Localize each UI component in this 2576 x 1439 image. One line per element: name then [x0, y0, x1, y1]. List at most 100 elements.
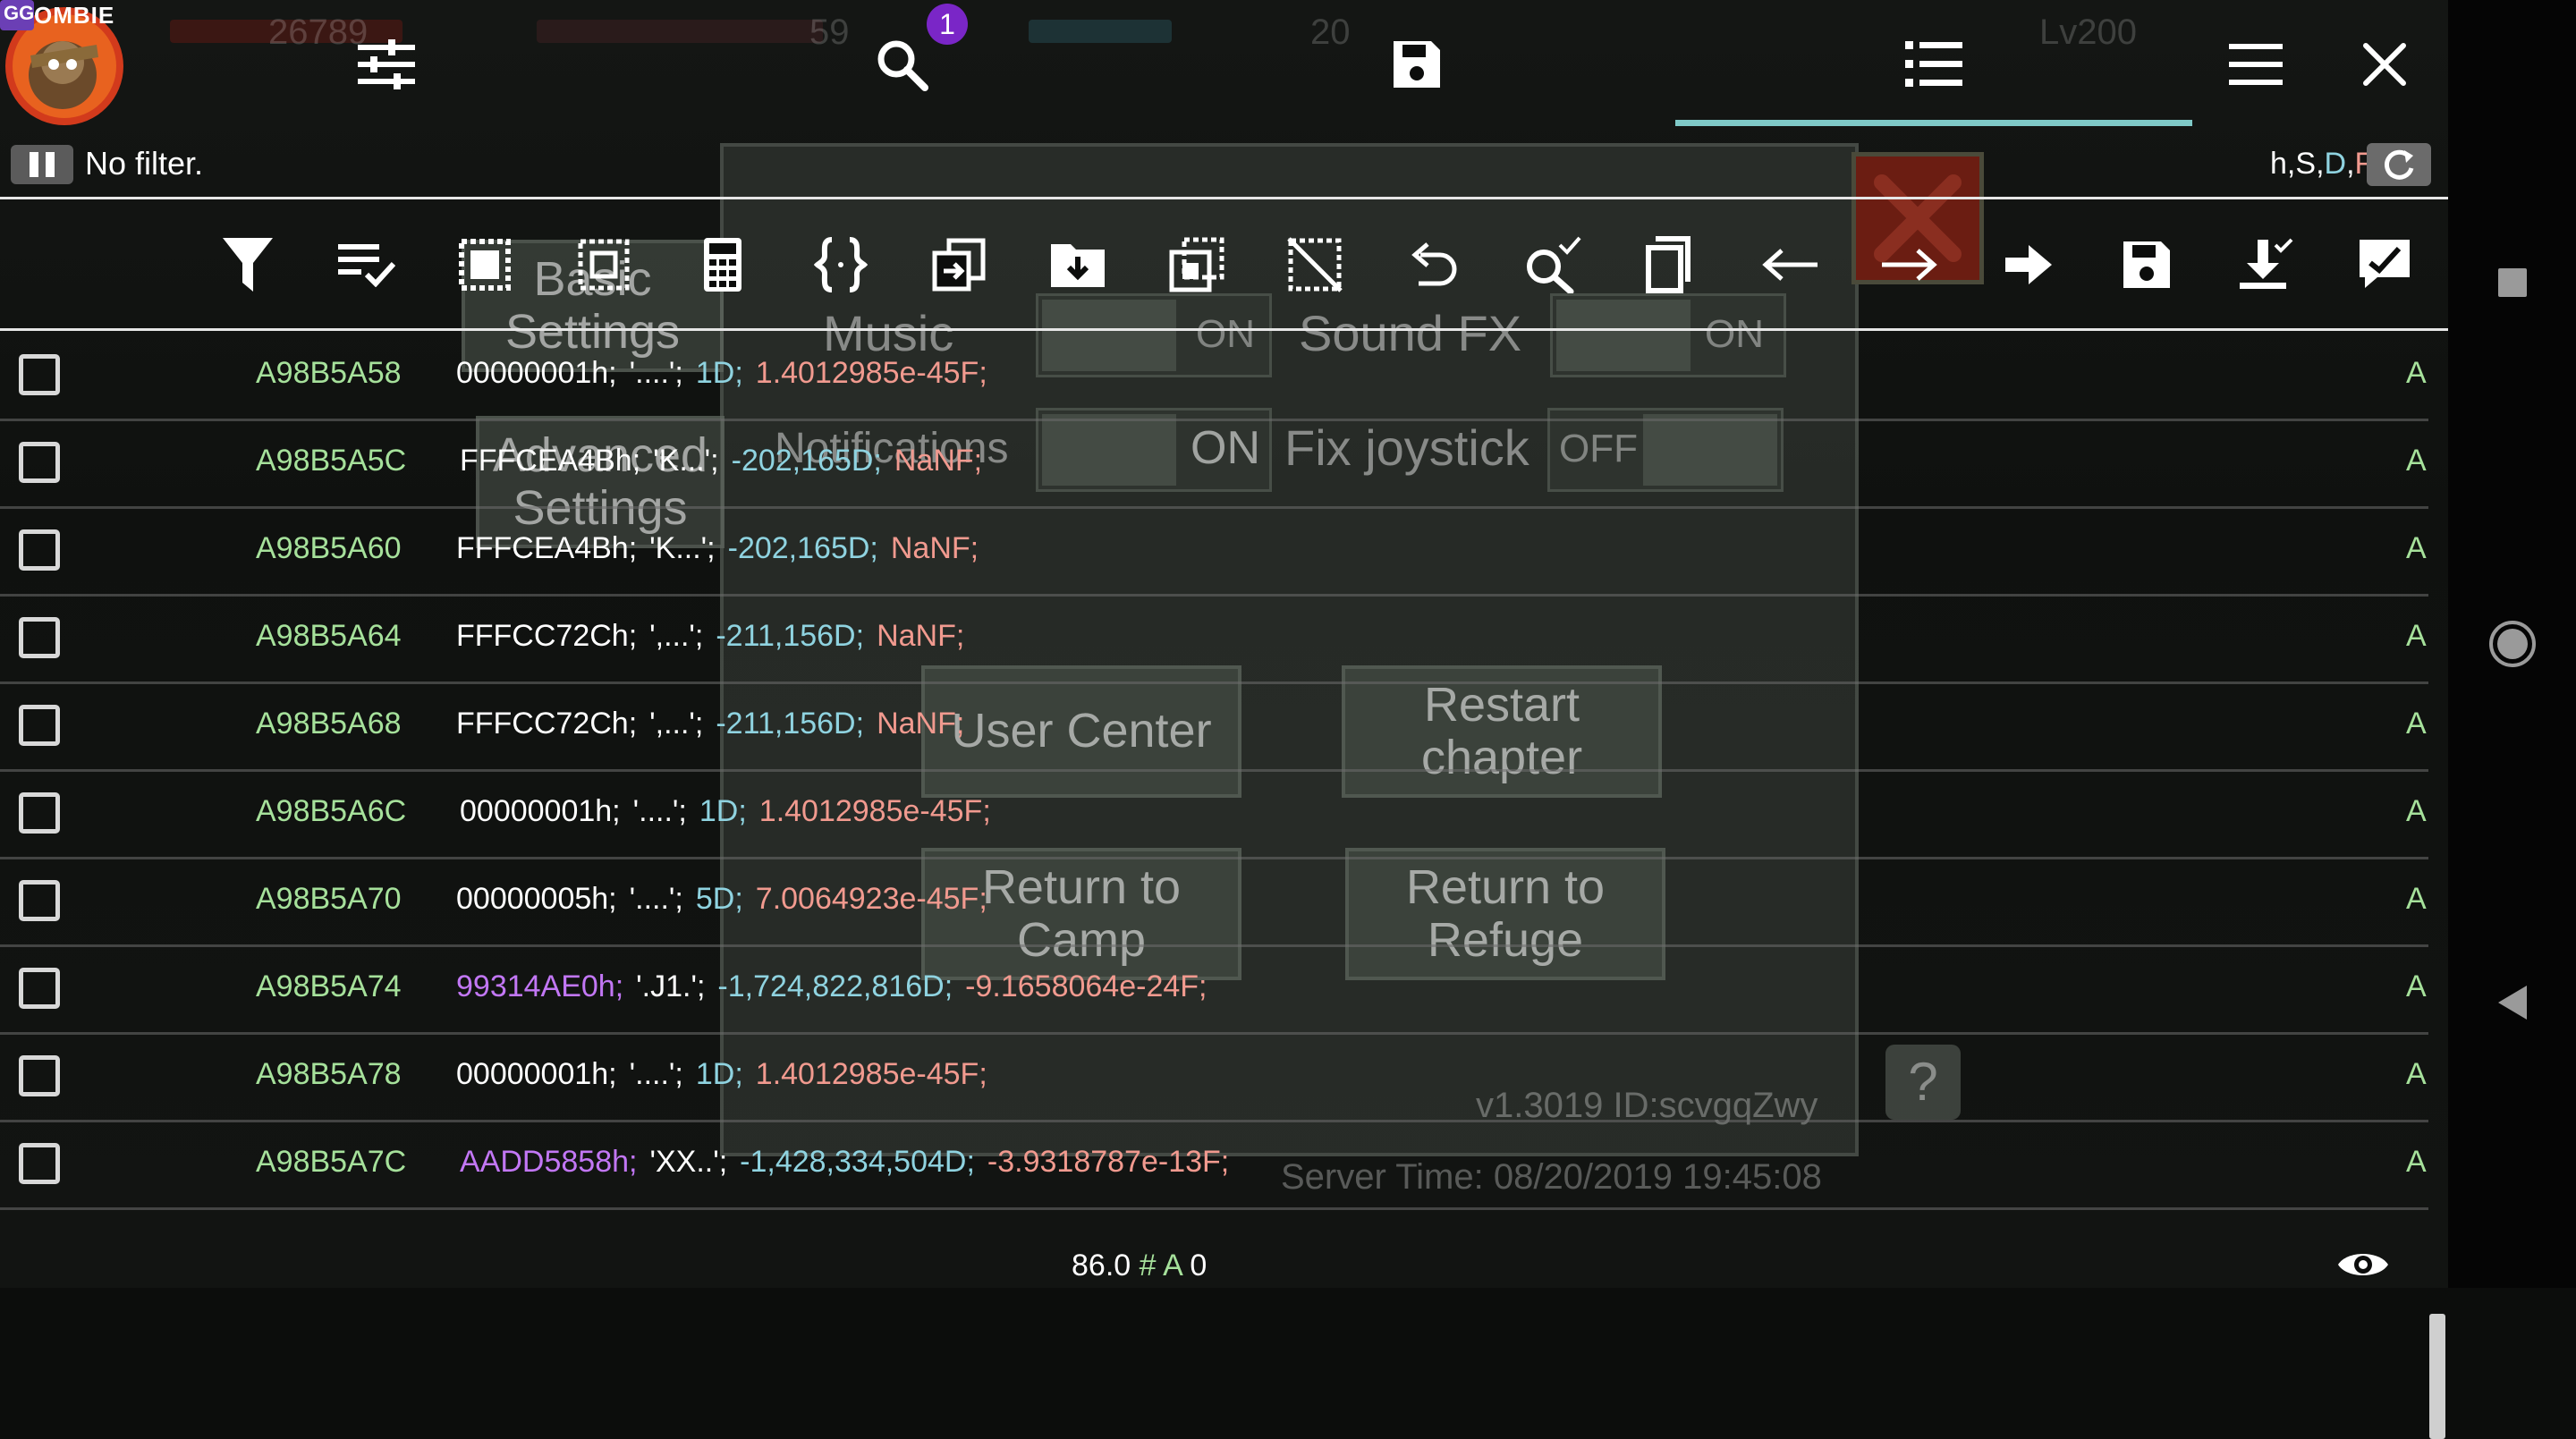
result-row[interactable]: A98B5A64 FFFCC72Ch; ',...'; -211,156D; NaNF…: [0, 596, 2428, 684]
export-button[interactable]: [2230, 229, 2301, 300]
row-values: 00000001h; '....'; 1D; 1.4012985e-45F;: [456, 356, 987, 391]
load-button[interactable]: [1042, 229, 1114, 300]
value-hex: 00000005h;: [456, 882, 617, 916]
value-hex: FFFCEA4Bh;: [456, 531, 638, 565]
row-type-tail: A: [2406, 707, 2427, 741]
row-checkbox[interactable]: [19, 529, 60, 571]
select-region-icon: [578, 239, 630, 291]
deselect-icon: [1287, 237, 1343, 292]
row-values: FFFCC72Ch; ',...'; -211,156D; NaNF;: [456, 619, 964, 654]
recents-button[interactable]: [2448, 267, 2576, 299]
braces-icon: [814, 237, 868, 292]
pause-button[interactable]: [11, 145, 73, 184]
select-all-button[interactable]: [449, 229, 521, 300]
row-values: 00000005h; '....'; 5D; 7.0064923e-45F;: [456, 882, 987, 917]
copy-icon: [1646, 236, 1690, 293]
forward-button[interactable]: [1873, 229, 1945, 300]
row-checkbox[interactable]: [19, 442, 60, 483]
calculator-button[interactable]: [687, 229, 758, 300]
row-checkbox[interactable]: [19, 968, 60, 1009]
row-checkbox[interactable]: [19, 792, 60, 834]
result-row[interactable]: A98B5A74 99314AE0h; '.J1.'; -1,724,822,816…: [0, 946, 2428, 1035]
search-nearby-button[interactable]: [1516, 229, 1588, 300]
value-hex: 00000001h;: [460, 794, 621, 828]
row-type-tail: A: [2406, 619, 2427, 653]
value-float: 1.4012985e-45F;: [758, 794, 991, 828]
value-dword: -202,165D;: [727, 531, 878, 565]
value-string: ',...';: [649, 619, 704, 653]
row-checkbox[interactable]: [19, 617, 60, 658]
edit-selected-button[interactable]: [2349, 229, 2420, 300]
save-list-button[interactable]: [2111, 229, 2182, 300]
row-checkbox[interactable]: [19, 354, 60, 395]
select-list-button[interactable]: [331, 229, 402, 300]
footer-type: A: [1163, 1249, 1182, 1282]
goto-button[interactable]: [1993, 229, 2064, 300]
results-list-tab[interactable]: [1896, 27, 1971, 102]
visibility-button[interactable]: [2336, 1247, 2390, 1287]
saved-list-button[interactable]: [1379, 27, 1454, 102]
refresh-icon: [2385, 149, 2414, 180]
filter-button[interactable]: [212, 229, 284, 300]
filter-status: No filter.: [85, 145, 204, 182]
value-hex: AADD5858h;: [460, 1145, 638, 1179]
footer-count: 0: [1190, 1249, 1208, 1282]
script-button[interactable]: [805, 229, 877, 300]
value-dword: -202,165D;: [731, 444, 882, 478]
results-scrollbar[interactable]: [2429, 1314, 2445, 1439]
row-address: A98B5A68: [256, 707, 402, 741]
footer-status: 86.0 # A 0: [1072, 1249, 1207, 1283]
undo-button[interactable]: [1398, 229, 1470, 300]
row-type-tail: A: [2406, 1145, 2427, 1179]
row-values: FFFCEA4Bh; 'K...'; -202,165D; NaNF;: [456, 531, 979, 566]
deselect-button[interactable]: [1279, 229, 1351, 300]
eye-icon: [2338, 1254, 2388, 1275]
row-values: AADD5858h; 'XX..'; -1,428,334,504D; -3.9318…: [460, 1145, 1229, 1180]
back-button[interactable]: [1755, 229, 1826, 300]
result-row[interactable]: A98B5A6C 00000001h; '....'; 1D; 1.4012985e-…: [0, 771, 2428, 859]
type-d: D: [2324, 147, 2347, 181]
result-row[interactable]: A98B5A60 FFFCEA4Bh; 'K...'; -202,165D; NaNF…: [0, 508, 2428, 597]
undo-icon: [1411, 242, 1457, 286]
row-checkbox[interactable]: [19, 1055, 60, 1096]
value-string: '....';: [629, 882, 683, 916]
row-type-tail: A: [2406, 356, 2427, 390]
result-row[interactable]: A98B5A70 00000005h; '....'; 5D; 7.0064923e-…: [0, 859, 2428, 947]
value-string: '....';: [629, 1057, 683, 1091]
row-address: A98B5A74: [256, 969, 402, 1003]
refresh-button[interactable]: [2367, 143, 2431, 186]
select-region-button[interactable]: [568, 229, 640, 300]
calculator-icon: [704, 238, 741, 292]
divider: [0, 328, 2448, 331]
results-toolbar: [0, 202, 2448, 327]
copy-region-button[interactable]: [1161, 229, 1233, 300]
value-float: 1.4012985e-45F;: [755, 1057, 987, 1091]
pause-icon: [30, 152, 38, 177]
value-types[interactable]: h,S,D,F: [2270, 147, 2373, 182]
row-checkbox[interactable]: [19, 1143, 60, 1184]
back-nav-button[interactable]: [2448, 984, 2576, 1021]
result-row[interactable]: A98B5A7C AADD5858h; 'XX..'; -1,428,334,504…: [0, 1122, 2428, 1210]
status-row: No filter. h,S,D,F: [0, 136, 2448, 191]
result-row[interactable]: A98B5A5C FFFCEA4Bh; 'K...'; -202,165D; NaNF…: [0, 420, 2428, 509]
save-icon: [1394, 41, 1440, 88]
value-string: 'XX..';: [649, 1145, 728, 1179]
menu-button[interactable]: [2218, 27, 2293, 102]
result-row[interactable]: A98B5A78 00000001h; '....'; 1D; 1.4012985e-…: [0, 1034, 2428, 1122]
search-button[interactable]: [864, 27, 939, 102]
copy-button[interactable]: [1635, 229, 1707, 300]
value-hex: 99314AE0h;: [456, 969, 624, 1003]
close-button[interactable]: [2347, 27, 2422, 102]
result-row[interactable]: A98B5A68 FFFCC72Ch; ',...'; -211,156D; NaNF…: [0, 683, 2428, 772]
value-dword: 5D;: [695, 882, 743, 916]
row-address: A98B5A58: [256, 356, 402, 390]
gg-logo[interactable]: GG OMBIE: [0, 0, 130, 125]
row-checkbox[interactable]: [19, 705, 60, 746]
row-type-tail: A: [2406, 444, 2427, 478]
copy-to-button[interactable]: [923, 229, 995, 300]
home-button[interactable]: [2448, 619, 2576, 669]
row-checkbox[interactable]: [19, 880, 60, 921]
sliders-button[interactable]: [349, 27, 424, 102]
result-row[interactable]: A98B5A58 00000001h; '....'; 1D; 1.4012985e-…: [0, 333, 2428, 421]
type-separator: ,: [2316, 147, 2325, 181]
